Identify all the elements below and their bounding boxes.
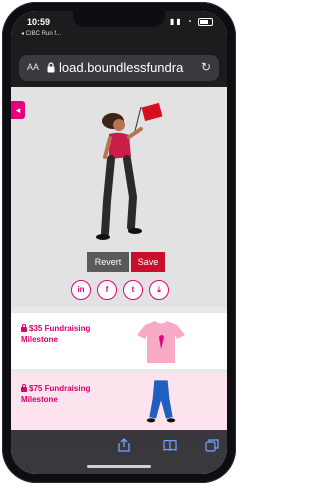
revert-button[interactable]: Revert: [87, 252, 129, 272]
lock-icon: [21, 384, 27, 392]
runner-avatar-image: [96, 102, 163, 240]
milestone-label: $35 Fundraising Milestone: [21, 324, 91, 344]
wifi-icon: ◔: [186, 17, 194, 26]
home-indicator: [87, 465, 151, 468]
address-field[interactable]: AA load.boundlessfundra ↻: [19, 55, 219, 81]
lock-icon: [21, 324, 27, 332]
avatar-action-buttons: Revert Save: [87, 252, 187, 272]
phone-frame: 10:59 ◂ CIBC Run f... ▮▮ ◔ AA load.bound…: [2, 2, 236, 483]
tabs-icon[interactable]: [205, 438, 219, 452]
twitter-icon[interactable]: t: [123, 280, 143, 300]
milestone-35[interactable]: $35 Fundraising Milestone: [11, 313, 227, 369]
share-buttons: in f t ⤓: [71, 280, 181, 302]
linkedin-icon[interactable]: in: [71, 280, 91, 300]
browser-url-bar: AA load.boundlessfundra ↻: [11, 49, 227, 87]
pants-image: [146, 380, 176, 423]
status-icons: ▮▮ ◔: [170, 17, 213, 26]
signal-icon: ▮▮: [169, 17, 183, 26]
download-icon[interactable]: ⤓: [149, 280, 169, 300]
share-icon[interactable]: [117, 438, 131, 452]
url-text: load.boundlessfundra: [59, 60, 184, 75]
tshirt-image: [137, 321, 185, 363]
status-bar: 10:59 ◂ CIBC Run f... ▮▮ ◔: [11, 11, 227, 49]
notch: [73, 11, 165, 27]
battery-icon: [198, 17, 213, 26]
avatar-hero: Revert Save in f t ⤓: [11, 87, 227, 307]
facebook-icon[interactable]: f: [97, 280, 117, 300]
browser-toolbar: [11, 430, 227, 474]
milestone-label: $75 Fundraising Milestone: [21, 384, 91, 404]
lock-icon: [47, 62, 55, 73]
status-time: 10:59: [27, 17, 51, 27]
reload-icon[interactable]: ↻: [201, 60, 211, 74]
reader-aa-button[interactable]: AA: [27, 62, 39, 72]
page-content: Revert Save in f t ⤓ ◂ $35 Fundraising M…: [11, 87, 227, 474]
phone-screen: 10:59 ◂ CIBC Run f... ▮▮ ◔ AA load.bound…: [11, 11, 227, 474]
save-button[interactable]: Save: [131, 252, 165, 272]
bookmarks-icon[interactable]: [163, 438, 177, 452]
back-to-app-link[interactable]: ◂ CIBC Run f...: [21, 30, 61, 37]
side-toggle-tab[interactable]: ◂: [11, 101, 25, 119]
